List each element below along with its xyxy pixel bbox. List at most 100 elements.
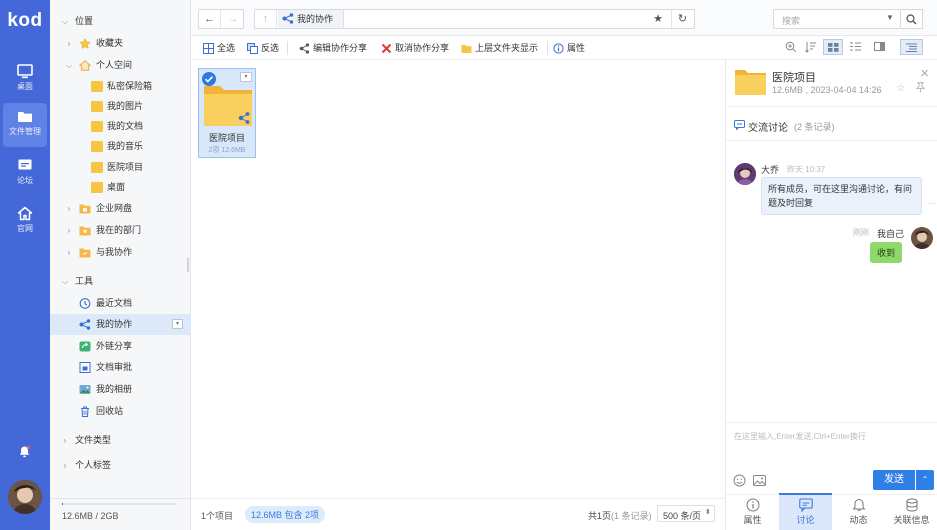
tree-item-desktop[interactable]: 桌面 (50, 177, 191, 198)
tree-section-label: 文件类型 (75, 435, 112, 445)
tree-item-recent-docs[interactable]: 最近文档 (50, 293, 191, 314)
tree-item-approval[interactable]: 文档审批 (50, 357, 191, 378)
more-icon[interactable]: ··· (928, 199, 936, 208)
nav-item-file-manager[interactable]: 文件管理 (3, 103, 47, 147)
refresh-icon[interactable]: ↻ (671, 10, 693, 28)
tree-item-my-department[interactable]: › 我在的部门 (50, 220, 191, 241)
chevron-right-icon: › (63, 461, 67, 470)
image-icon[interactable] (753, 474, 766, 487)
sort-icon[interactable] (805, 41, 817, 53)
tree-item-my-collaboration[interactable]: 我的协作 ▾ (50, 314, 191, 335)
tab-discussion[interactable]: 讨论 (779, 493, 832, 530)
info-icon (746, 498, 759, 512)
tree-item-label: 最近文档 (96, 298, 133, 308)
database-icon (906, 498, 917, 512)
tree-item-label: 医院项目 (107, 162, 144, 172)
tree-item-shared-with-me[interactable]: › 与我协作 (50, 242, 191, 263)
tree-section-personal-tags[interactable]: › 个人标签 (50, 455, 191, 476)
tree-scrollbar[interactable] (187, 258, 189, 272)
tree-item-my-documents[interactable]: 我的文档 (50, 116, 191, 137)
pin-icon[interactable] (916, 82, 925, 93)
zoom-icon[interactable] (785, 41, 797, 53)
department-folder-icon (79, 226, 91, 236)
chevron-right-icon: › (67, 204, 71, 213)
toolbar-divider (287, 41, 288, 55)
notification-bell-icon[interactable] (18, 445, 31, 458)
close-icon[interactable]: ✕ (920, 67, 929, 80)
tree-item-label: 我的图片 (107, 101, 144, 111)
message-input[interactable]: 在这里输入,Enter发送,Ctrl+Enter换行 (726, 423, 937, 463)
page-size-select[interactable]: 500 条/页 ⬍ (657, 505, 715, 522)
button-label: 上层文件夹显示 (475, 43, 539, 53)
show-parent-folder-button[interactable]: 上层文件夹显示 (459, 39, 538, 57)
enterprise-folder-icon (79, 204, 91, 214)
message-bubble: 收到 (870, 242, 903, 263)
detail-title: 医院项目 (772, 72, 816, 84)
tree-item-favorites[interactable]: › 收藏夹 (50, 33, 191, 54)
item-count: 1个项目 (201, 511, 234, 521)
tree-item-enterprise-disk[interactable]: › 企业网盘 (50, 198, 191, 219)
selection-summary-badge: 12.6MB 包含 2项 (245, 506, 326, 523)
nav-item-desktop[interactable]: 桌面 (3, 58, 47, 102)
star-outline-icon[interactable]: ☆ (896, 83, 905, 94)
tree-item-private-vault[interactable]: 私密保险箱 (50, 76, 191, 97)
tree-item-link-share[interactable]: 外链分享 (50, 336, 191, 357)
view-icons-button[interactable] (823, 39, 843, 55)
tree-item-album[interactable]: 我的相册 (50, 379, 191, 400)
message-avatar[interactable] (911, 227, 933, 249)
user-avatar[interactable] (8, 480, 42, 514)
search-button[interactable] (901, 9, 923, 29)
tab-related-info[interactable]: 关联信息 (885, 495, 937, 530)
record-count: (1 条记录) (611, 511, 652, 521)
share-folder-icon (79, 248, 91, 258)
file-menu-chevron-icon[interactable]: ▾ (240, 72, 252, 82)
folder-icon (735, 70, 766, 95)
app-logo: kod (7, 10, 43, 31)
invert-selection-button[interactable]: 反选 (245, 39, 279, 57)
tree-item-my-music[interactable]: 我的音乐 (50, 136, 191, 157)
tree-item-personal-space[interactable]: ⌵ 个人空间 (50, 55, 191, 76)
message-avatar[interactable] (734, 163, 756, 185)
nav-item-website[interactable]: 官网 (3, 200, 47, 244)
view-list-button[interactable] (846, 39, 866, 55)
send-button[interactable]: 发送 (873, 470, 915, 490)
home-icon (17, 206, 33, 221)
forward-arrow-icon[interactable]: → (222, 10, 244, 28)
address-bar: ← → ↑ 我的协作 ★ ↻ (191, 0, 725, 36)
tree-section-tools[interactable]: ⌵ 工具 (50, 271, 191, 292)
message-time: 昨天 10:37 (787, 165, 826, 174)
up-arrow-icon[interactable]: ↑ (255, 10, 277, 28)
path-box[interactable]: ↑ 我的协作 ★ ↻ (254, 9, 695, 29)
nav-item-forum[interactable]: 论坛 (3, 152, 47, 196)
item-menu-chevron-icon[interactable]: ▾ (172, 319, 183, 329)
properties-button[interactable]: 属性 (551, 39, 585, 57)
view-split-button[interactable] (870, 39, 890, 55)
back-arrow-icon[interactable]: ← (199, 10, 221, 28)
clock-icon (79, 298, 91, 309)
tree-section-location[interactable]: ⌵ 位置 (50, 11, 191, 32)
folder-icon (91, 141, 103, 152)
tree-item-label: 企业网盘 (96, 203, 133, 213)
quota-bar-track (62, 503, 176, 505)
tree-item-hospital-project[interactable]: 医院项目 (50, 157, 191, 178)
tab-activity[interactable]: 动态 (832, 495, 885, 530)
share-nodes-icon (299, 43, 310, 54)
nav-item-label: 论坛 (17, 176, 33, 185)
search-input[interactable]: 搜索 ▼ (773, 9, 901, 29)
edit-share-button[interactable]: 编辑协作分享 (297, 39, 367, 57)
breadcrumb[interactable]: 我的协作 (278, 10, 345, 28)
tab-properties[interactable]: 属性 (726, 495, 779, 530)
toggle-detail-panel-button[interactable] (900, 39, 923, 55)
file-item[interactable]: ▾ 医院项目 2项 12.6MB (198, 68, 256, 158)
tree-item-recycle-bin[interactable]: 回收站 (50, 401, 191, 422)
tree-item-my-pictures[interactable]: 我的图片 (50, 96, 191, 117)
tree-section-file-types[interactable]: › 文件类型 (50, 430, 191, 451)
star-icon[interactable]: ★ (647, 10, 669, 28)
invert-selection-icon (247, 43, 258, 54)
discussion-label: 交流讨论 (748, 123, 788, 134)
select-all-button[interactable]: 全选 (201, 39, 235, 57)
cancel-share-button[interactable]: 取消协作分享 (379, 39, 449, 57)
emoji-icon[interactable] (733, 474, 746, 487)
search-scope-dropdown-icon[interactable]: ▼ (886, 13, 894, 22)
send-options-chevron-icon[interactable]: ⌃ (916, 470, 934, 490)
